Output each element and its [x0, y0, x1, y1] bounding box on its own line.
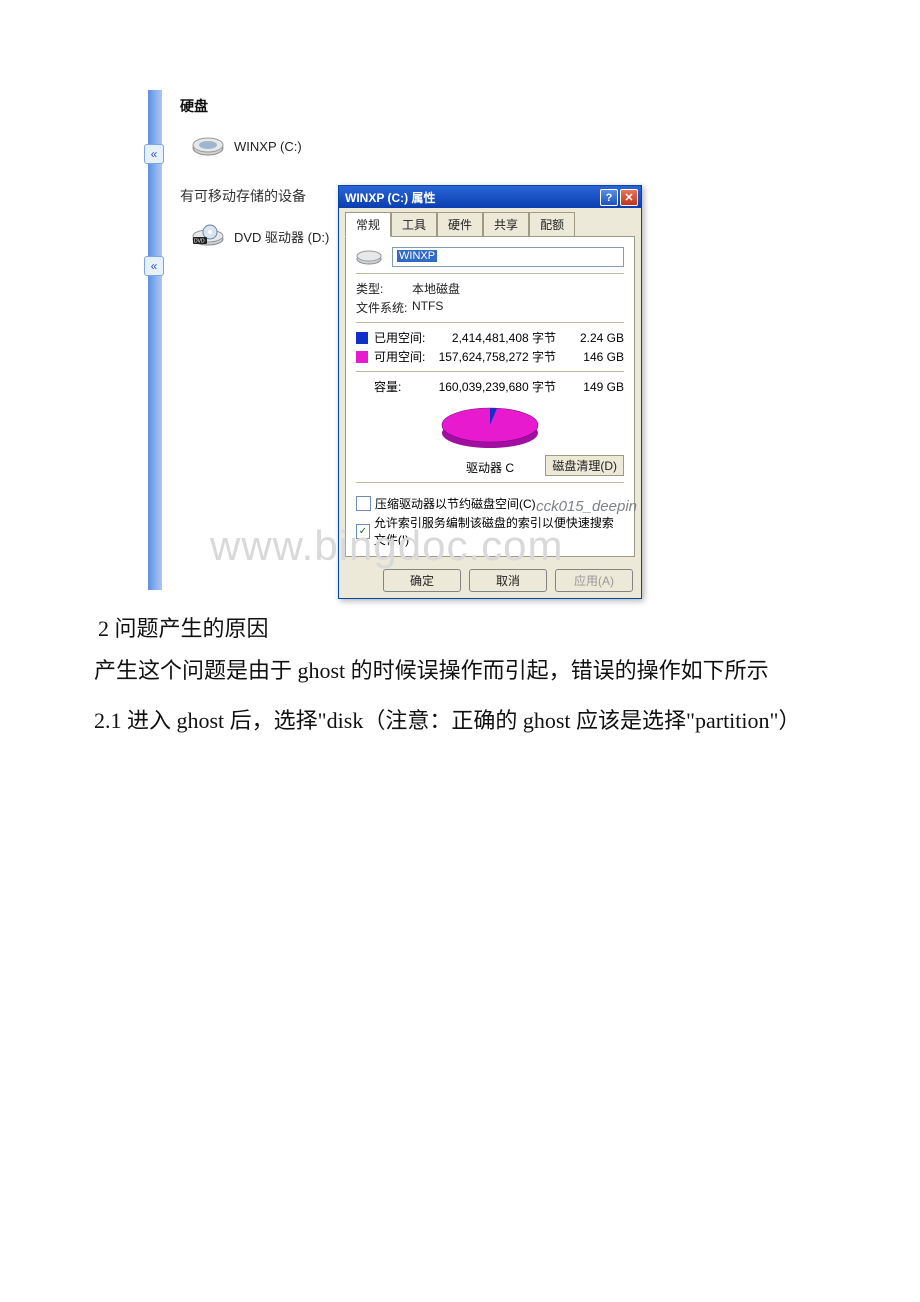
cancel-button[interactable]: 取消: [469, 569, 547, 592]
type-value: 本地磁盘: [412, 280, 460, 297]
explorer-side-strip: [148, 90, 162, 590]
index-label: 允许索引服务编制该磁盘的索引以便快速搜索文件(I): [374, 514, 624, 548]
pie-chart: 驱动器 C 磁盘清理(D): [356, 403, 624, 476]
hard-disk-icon: [190, 132, 226, 160]
tab-quota[interactable]: 配额: [529, 212, 575, 236]
help-button[interactable]: ?: [600, 189, 618, 206]
used-gb: 2.24 GB: [568, 331, 624, 345]
compress-label: 压缩驱动器以节约磁盘空间(C): [375, 495, 536, 512]
volume-name-text: WINXP: [397, 250, 437, 262]
ok-button[interactable]: 确定: [383, 569, 461, 592]
screenshot-region: « « 硬盘 WINXP (C:) 有可移动存储的设备: [150, 90, 660, 590]
capacity-gb: 149 GB: [568, 380, 624, 394]
collapse-icon[interactable]: «: [144, 256, 164, 276]
dialog-title: WINXP (C:) 属性: [345, 189, 435, 206]
tab-hardware[interactable]: 硬件: [437, 212, 483, 236]
disk-icon: [356, 248, 382, 266]
tab-tools[interactable]: 工具: [391, 212, 437, 236]
close-button[interactable]: ✕: [620, 189, 638, 206]
drive-d-label: DVD 驱动器 (D:): [234, 227, 329, 246]
author-watermark: cck015_deepin: [536, 498, 637, 515]
tab-general[interactable]: 常规: [345, 212, 391, 237]
volume-name-input[interactable]: WINXP: [392, 247, 624, 267]
capacity-label: 容量:: [374, 378, 430, 395]
used-swatch-icon: [356, 332, 368, 344]
drive-c-item[interactable]: WINXP (C:): [190, 128, 660, 180]
tab-sharing[interactable]: 共享: [483, 212, 529, 236]
heading-2: 2 问题产生的原因: [98, 608, 870, 650]
apply-button[interactable]: 应用(A): [555, 569, 633, 592]
svg-text:DVD: DVD: [194, 239, 205, 245]
properties-dialog: WINXP (C:) 属性 ? ✕ 常规 工具 硬件 共享 配额: [338, 185, 642, 599]
index-checkbox[interactable]: ✓: [356, 524, 370, 539]
type-label: 类型:: [356, 280, 412, 297]
fs-value: NTFS: [412, 299, 443, 316]
dialog-tabs: 常规 工具 硬件 共享 配额: [339, 208, 641, 236]
dialog-titlebar[interactable]: WINXP (C:) 属性 ? ✕: [339, 186, 641, 208]
disk-cleanup-button[interactable]: 磁盘清理(D): [545, 455, 624, 476]
section-disks-title: 硬盘: [180, 90, 660, 128]
used-bytes: 2,414,481,408 字节: [436, 329, 562, 346]
paragraph: 2.1 进入 ghost 后，选择"disk（注意：正确的 ghost 应该是选…: [50, 700, 870, 742]
dvd-drive-icon: DVD: [190, 222, 226, 250]
free-gb: 146 GB: [568, 350, 624, 364]
compress-checkbox[interactable]: [356, 496, 371, 511]
free-label: 可用空间:: [374, 348, 430, 365]
document-body: 2 问题产生的原因 产生这个问题是由于 ghost 的时候误操作而引起，错误的操…: [50, 608, 870, 741]
collapse-icon[interactable]: «: [144, 144, 164, 164]
drive-c-label: WINXP (C:): [234, 139, 302, 154]
free-bytes: 157,624,758,272 字节: [436, 348, 562, 365]
capacity-bytes: 160,039,239,680 字节: [436, 378, 562, 395]
free-swatch-icon: [356, 351, 368, 363]
paragraph: 产生这个问题是由于 ghost 的时候误操作而引起，错误的操作如下所示: [50, 650, 870, 692]
fs-label: 文件系统:: [356, 299, 412, 316]
used-label: 已用空间:: [374, 329, 430, 346]
